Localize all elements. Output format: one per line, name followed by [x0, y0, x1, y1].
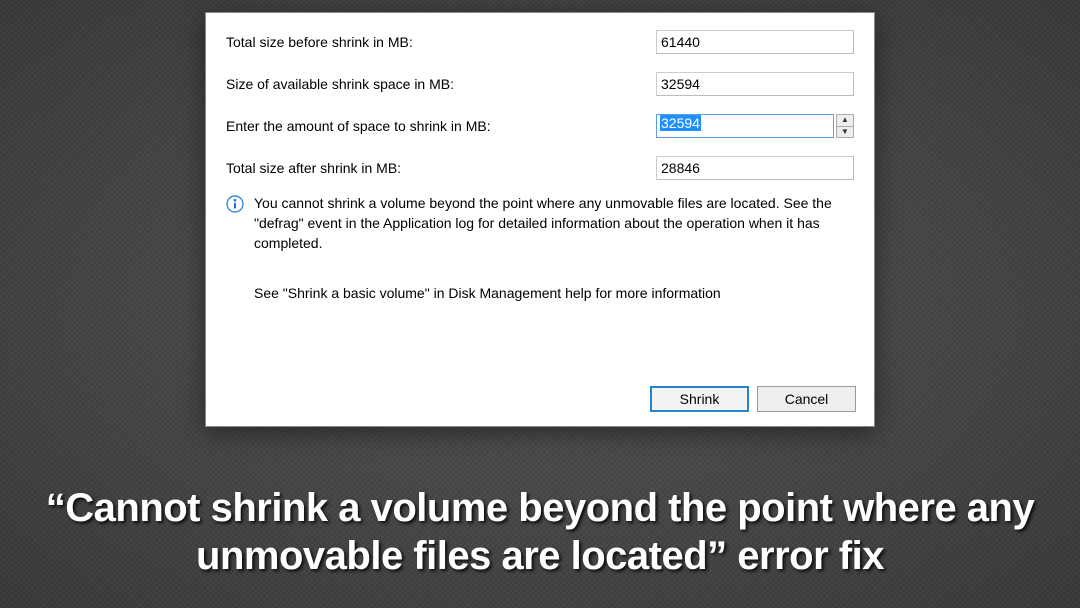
form-area: Total size before shrink in MB: 61440 Si…: [206, 13, 874, 189]
value-total-after: 28846: [656, 156, 854, 180]
spinner-buttons: ▲ ▼: [836, 114, 854, 138]
value-available: 32594: [656, 72, 854, 96]
label-total-after: Total size after shrink in MB:: [226, 160, 656, 176]
label-enter-amount: Enter the amount of space to shrink in M…: [226, 118, 656, 134]
info-paragraph-2: See "Shrink a basic volume" in Disk Mana…: [254, 283, 854, 303]
dialog-button-row: Shrink Cancel: [650, 386, 856, 412]
cancel-button[interactable]: Cancel: [757, 386, 856, 412]
amount-input[interactable]: 32594: [656, 114, 834, 138]
row-enter-amount: Enter the amount of space to shrink in M…: [226, 105, 854, 147]
amount-spinner[interactable]: 32594 ▲ ▼: [656, 114, 854, 138]
row-total-before: Total size before shrink in MB: 61440: [226, 21, 854, 63]
amount-input-selection[interactable]: 32594: [660, 115, 701, 131]
label-available: Size of available shrink space in MB:: [226, 76, 656, 92]
shrink-button[interactable]: Shrink: [650, 386, 749, 412]
value-total-before: 61440: [656, 30, 854, 54]
chevron-down-icon: ▼: [841, 128, 849, 136]
caption-text: “Cannot shrink a volume beyond the point…: [0, 484, 1080, 580]
shrink-volume-dialog: Total size before shrink in MB: 61440 Si…: [205, 12, 875, 427]
label-total-before: Total size before shrink in MB:: [226, 34, 656, 50]
chevron-up-icon: ▲: [841, 116, 849, 124]
info-text: You cannot shrink a volume beyond the po…: [254, 193, 854, 333]
row-available: Size of available shrink space in MB: 32…: [226, 63, 854, 105]
info-icon: [226, 195, 244, 213]
info-block: You cannot shrink a volume beyond the po…: [206, 189, 874, 333]
spinner-up-button[interactable]: ▲: [836, 114, 854, 126]
info-paragraph-1: You cannot shrink a volume beyond the po…: [254, 193, 854, 253]
spinner-down-button[interactable]: ▼: [836, 126, 854, 139]
row-total-after: Total size after shrink in MB: 28846: [226, 147, 854, 189]
